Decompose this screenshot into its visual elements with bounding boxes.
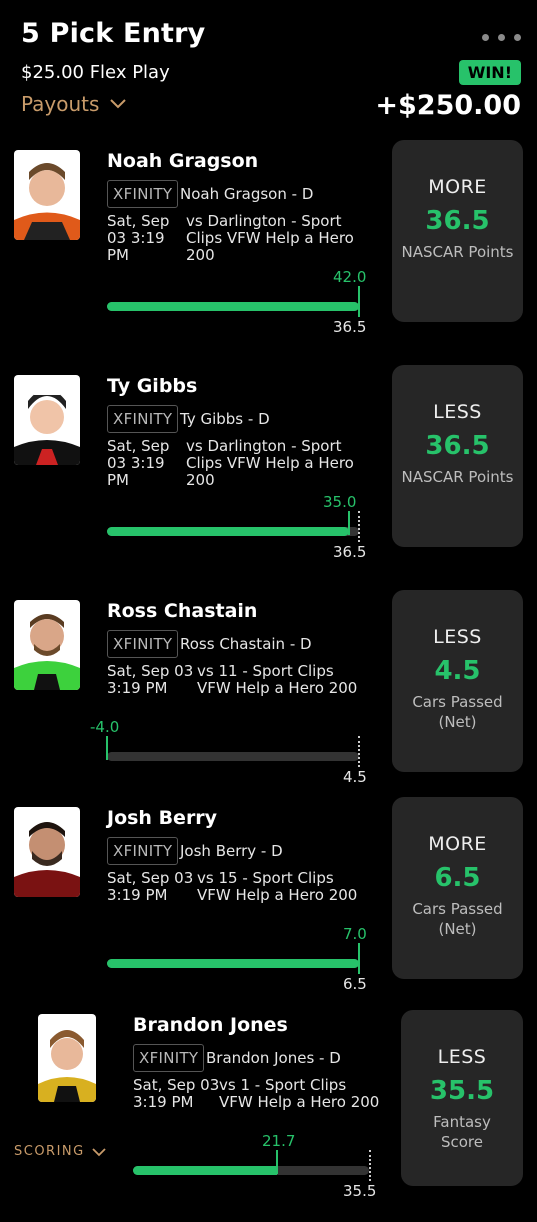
scoring-label: SCORING	[14, 1144, 85, 1159]
pick-direction: LESS	[433, 626, 482, 648]
driver-name: Josh Berry	[107, 807, 218, 829]
pick-row: Ross Chastain XFINITY Ross Chastain - D …	[0, 590, 537, 808]
progress-track	[107, 302, 359, 311]
progress-track	[107, 527, 359, 536]
progress-fill	[107, 302, 359, 311]
pick-row: Josh Berry XFINITY Josh Berry - D Sat, S…	[0, 797, 537, 1015]
driver-avatar	[14, 375, 80, 465]
series-tag: XFINITY	[107, 405, 179, 433]
line-marker	[358, 736, 360, 767]
driver-name: Ross Chastain	[107, 600, 258, 622]
pick-stat: NASCAR Points	[401, 468, 514, 486]
game-time: Sat, Sep 03 3:19 PM	[107, 212, 170, 264]
actual-marker	[358, 943, 360, 974]
game-time: Sat, Sep 03 3:19 PM	[107, 869, 194, 904]
line-marker	[369, 1150, 371, 1181]
pick-stat: Fantasy Score	[433, 1113, 491, 1151]
actual-marker	[348, 511, 350, 535]
entry-title: 5 Pick Entry	[21, 18, 206, 49]
actual-value: -4.0	[90, 718, 120, 736]
actual-value: 42.0	[333, 268, 367, 286]
prop-name: Brandon Jones - D	[206, 1049, 341, 1067]
line-value: 4.5	[343, 768, 367, 786]
game-time: Sat, Sep 03 3:19 PM	[107, 437, 170, 489]
progress-track	[133, 1166, 369, 1175]
pick-line: 4.5	[434, 656, 481, 686]
series-tag: XFINITY	[133, 1044, 205, 1072]
pick-direction: LESS	[437, 1046, 487, 1068]
pick-direction: MORE	[428, 176, 487, 198]
prop-name: Ross Chastain - D	[180, 635, 312, 653]
game-opponent: vs Darlington - Sport Clips VFW Help a H…	[186, 437, 354, 489]
pick-card[interactable]: LESS 35.5 Fantasy Score	[401, 1010, 523, 1186]
actual-value: 7.0	[343, 925, 367, 943]
chevron-down-icon	[92, 1147, 106, 1156]
pick-line: 35.5	[429, 1076, 495, 1106]
scoring-dropdown[interactable]: SCORING	[14, 1144, 107, 1159]
payouts-label: Payouts	[21, 92, 100, 116]
pick-direction: LESS	[433, 401, 482, 423]
series-tag: XFINITY	[107, 837, 179, 865]
actual-marker	[276, 1150, 278, 1174]
game-opponent: vs 11 - Sport Clips VFW Help a Hero 200	[197, 662, 358, 697]
prop-name: Josh Berry - D	[180, 842, 283, 860]
payouts-dropdown[interactable]: Payouts	[21, 92, 127, 116]
play-type: $25.00 Flex Play	[21, 62, 170, 83]
progress-fill	[133, 1166, 277, 1175]
progress-fill	[107, 959, 359, 968]
pick-line: 6.5	[434, 863, 481, 893]
pick-row: Noah Gragson XFINITY Noah Gragson - D Sa…	[0, 140, 537, 358]
driver-avatar	[14, 150, 80, 240]
pick-stat: Cars Passed (Net)	[412, 693, 503, 731]
prop-name: Noah Gragson - D	[180, 185, 314, 203]
pick-line: 36.5	[425, 431, 490, 461]
game-opponent: vs Darlington - Sport Clips VFW Help a H…	[186, 212, 354, 264]
pick-stat: NASCAR Points	[401, 243, 514, 261]
pick-card[interactable]: LESS 4.5 Cars Passed (Net)	[392, 590, 523, 772]
pick-direction: MORE	[428, 833, 487, 855]
pick-row: Brandon Jones XFINITY Brandon Jones - D …	[0, 1010, 537, 1222]
game-time: Sat, Sep 03 3:19 PM	[133, 1076, 220, 1111]
actual-value: 35.0	[323, 493, 357, 511]
line-value: 36.5	[333, 543, 367, 561]
actual-value: 21.7	[262, 1132, 296, 1150]
game-opponent: vs 1 - Sport Clips VFW Help a Hero 200	[219, 1076, 380, 1111]
prop-name: Ty Gibbs - D	[180, 410, 270, 428]
progress-track	[107, 752, 359, 761]
line-value: 35.5	[343, 1182, 377, 1200]
driver-name: Noah Gragson	[107, 150, 259, 172]
series-tag: XFINITY	[107, 180, 179, 208]
pick-card[interactable]: LESS 36.5 NASCAR Points	[392, 365, 523, 547]
series-tag: XFINITY	[107, 630, 179, 658]
actual-marker	[106, 736, 108, 760]
result-badge: WIN!	[458, 60, 521, 85]
driver-avatar	[14, 600, 80, 690]
progress-fill	[107, 527, 349, 536]
chevron-down-icon	[110, 99, 127, 109]
pick-card[interactable]: MORE 36.5 NASCAR Points	[392, 140, 523, 322]
game-opponent: vs 15 - Sport Clips VFW Help a Hero 200	[197, 869, 358, 904]
line-marker	[358, 511, 360, 542]
more-options-icon[interactable]	[482, 34, 521, 41]
actual-marker	[358, 286, 360, 317]
winnings-amount: +$250.00	[375, 90, 521, 121]
game-time: Sat, Sep 03 3:19 PM	[107, 662, 194, 697]
pick-stat: Cars Passed (Net)	[412, 900, 503, 938]
pick-card[interactable]: MORE 6.5 Cars Passed (Net)	[392, 797, 523, 979]
driver-name: Ty Gibbs	[107, 375, 198, 397]
driver-name: Brandon Jones	[133, 1014, 288, 1036]
line-value: 36.5	[333, 318, 367, 336]
progress-track	[107, 959, 359, 968]
driver-avatar	[14, 807, 80, 897]
driver-avatar	[38, 1014, 96, 1102]
line-value: 6.5	[343, 975, 367, 993]
pick-line: 36.5	[425, 206, 490, 236]
pick-row: Ty Gibbs XFINITY Ty Gibbs - D Sat, Sep 0…	[0, 365, 537, 583]
